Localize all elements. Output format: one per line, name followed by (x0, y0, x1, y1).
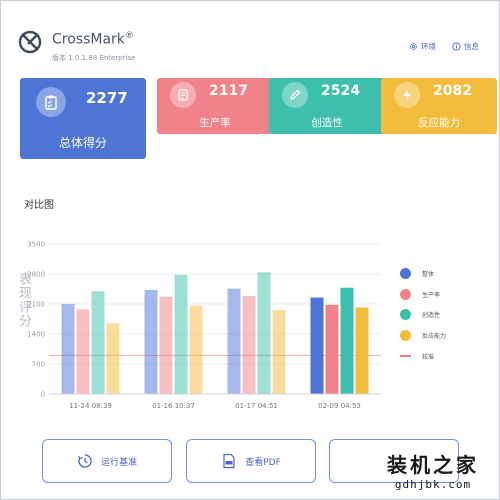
bar (76, 309, 90, 394)
chart-legend: 整体 生产率 创造性 反应能力 较准 (400, 263, 446, 366)
environment-link[interactable]: 环境 (409, 41, 436, 52)
bar (159, 296, 173, 394)
pdf-file-icon (223, 453, 235, 469)
responsiveness-value: 2082 (433, 83, 472, 99)
bar (257, 272, 271, 394)
view-pdf-button[interactable]: 查看PDF (186, 439, 316, 483)
x-tick-label: 02-09 04:53 (318, 402, 361, 410)
responsiveness-card[interactable]: 2082 反应能力 (381, 78, 497, 134)
pen-icon (282, 82, 308, 108)
x-tick-label: 01-16 10:37 (152, 402, 195, 410)
y-tick-label: 700 (32, 361, 45, 369)
gear-icon (410, 43, 417, 50)
bar (61, 304, 75, 394)
legend-label: 整体 (422, 270, 435, 278)
bar (242, 295, 256, 394)
x-tick-label: 11-24 08:39 (69, 402, 112, 410)
legend-item-responsiveness[interactable]: 反应能力 (400, 325, 446, 346)
legend-label: 创造性 (422, 312, 441, 320)
y-tick-label: 2100 (27, 301, 45, 309)
info-icon (452, 42, 461, 51)
productivity-card[interactable]: 2117 生产率 (157, 78, 273, 134)
app-version: 版本 1.0.1.88 Enterprise (52, 54, 136, 62)
legend-item-baseline[interactable]: 较准 (400, 346, 446, 367)
bar (272, 310, 286, 394)
y-tick-label: 1400 (27, 331, 45, 339)
legend-swatch (400, 329, 411, 341)
run-benchmark-button[interactable]: 运行基准 (42, 439, 172, 483)
bar (174, 274, 188, 394)
legend-label: 反应能力 (422, 332, 447, 340)
bar (340, 287, 354, 394)
bar (310, 297, 324, 394)
bolt-icon (394, 82, 420, 108)
responsiveness-label: 反应能力 (418, 117, 460, 129)
y-tick-label: 0 (41, 391, 45, 399)
legend-item-creativity[interactable]: 创造性 (400, 304, 446, 325)
environment-label: 环境 (421, 42, 436, 51)
legend-label: 较准 (422, 353, 435, 361)
bar (325, 304, 339, 394)
document-icon (170, 82, 196, 108)
timer-icon (77, 454, 92, 468)
bar (355, 307, 369, 394)
watermark: 装机之家 gdhjbk.com (373, 449, 493, 491)
y-tick-label: 3500 (27, 241, 45, 249)
info-label: 信息 (464, 42, 479, 51)
legend-item-overall[interactable]: 整体 (400, 263, 446, 284)
creativity-card[interactable]: 2524 创造性 (269, 78, 385, 134)
app-title: CrossMark® (52, 31, 134, 48)
app-window: CrossMark® 版本 1.0.1.88 Enterprise 环境 信息 … (0, 0, 500, 500)
y-tick-label: 2800 (27, 271, 45, 279)
productivity-value: 2117 (209, 83, 248, 99)
overall-score-value: 2277 (86, 89, 128, 107)
bar (91, 291, 105, 394)
x-tick-label: 01-17 04:51 (235, 402, 278, 410)
info-link[interactable]: 信息 (452, 41, 479, 52)
overall-score-card[interactable]: 2277 总体得分 (20, 78, 146, 159)
creativity-value: 2524 (321, 83, 360, 99)
bar (227, 288, 241, 394)
legend-swatch (400, 309, 411, 321)
legend-swatch (400, 288, 411, 300)
bar (106, 323, 120, 394)
comparison-title: 对比图 (24, 200, 54, 211)
bar (189, 305, 203, 394)
watermark-text: 装机之家 (387, 453, 479, 477)
crossmark-logo (18, 30, 42, 54)
watermark-url: gdhjbk.com (394, 478, 472, 491)
legend-item-productivity[interactable]: 生产率 (400, 284, 446, 305)
clipboard-icon (36, 87, 66, 117)
legend-label: 生产率 (422, 291, 441, 299)
legend-swatch (400, 267, 411, 279)
bar (144, 289, 158, 394)
view-pdf-label: 查看PDF (245, 457, 281, 468)
creativity-label: 创造性 (311, 117, 343, 129)
overall-score-label: 总体得分 (58, 136, 107, 150)
legend-swatch (400, 355, 411, 358)
productivity-label: 生产率 (199, 117, 231, 129)
run-benchmark-label: 运行基准 (100, 457, 137, 468)
